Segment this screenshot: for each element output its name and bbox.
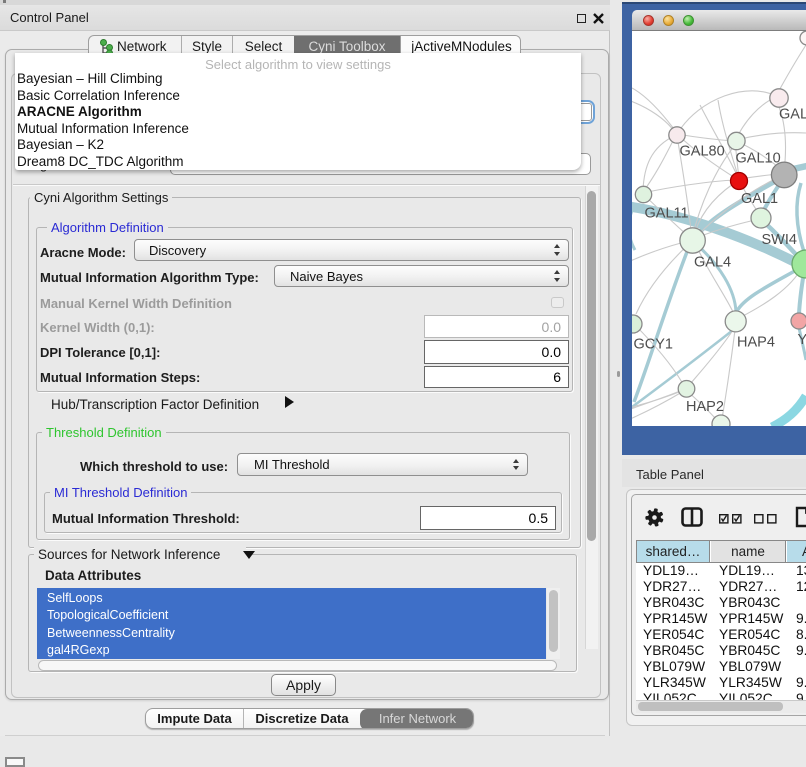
svg-text:GAL11: GAL11 <box>645 206 689 222</box>
svg-text:SWI4: SWI4 <box>762 232 797 248</box>
svg-text:HAP4: HAP4 <box>737 335 775 351</box>
svg-text:HAP2: HAP2 <box>686 399 724 415</box>
svg-text:YP: YP <box>798 332 806 348</box>
svg-text:GAL1: GAL1 <box>741 191 778 207</box>
svg-text:GAL80: GAL80 <box>680 144 725 160</box>
svg-text:GAL2: GAL2 <box>779 107 806 123</box>
svg-text:GAL10: GAL10 <box>736 151 781 167</box>
svg-text:GCY1: GCY1 <box>634 337 674 353</box>
svg-text:GAL4: GAL4 <box>694 255 731 271</box>
